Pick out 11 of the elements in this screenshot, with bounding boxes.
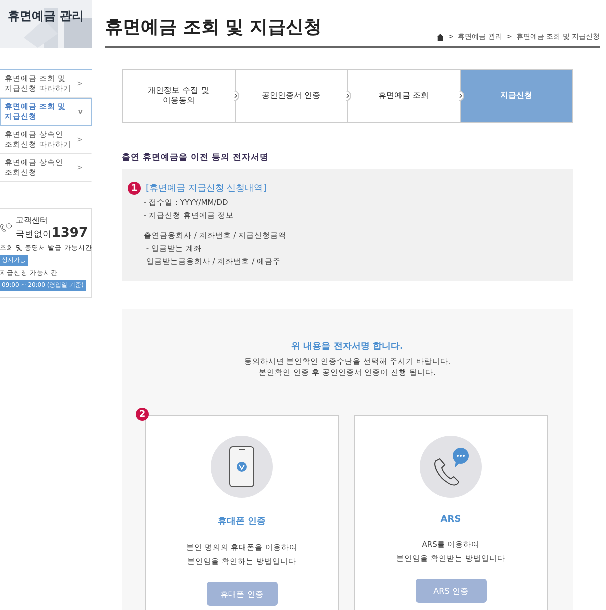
section-title: 출연 휴면예금을 이전 등의 전자서명 [122,152,270,164]
contact-label: 고객센터 [16,215,49,226]
method-title: ARS [440,515,462,525]
step-number-badge: 1 [128,182,141,195]
method-title: 휴대폰 인증 [218,516,266,528]
signature-heading: 위 내용을 전자서명 합니다. [292,341,404,353]
details-heading: [휴면예금 지급신청 신청내역] [146,183,267,195]
sidebar-title: 휴면예금 관리 [8,8,84,25]
page-title: 휴면예금 조회 및 지급신청 [105,16,322,39]
contact-number: 국번없이 1397 [16,226,88,241]
step-number-badge: 2 [136,408,149,421]
